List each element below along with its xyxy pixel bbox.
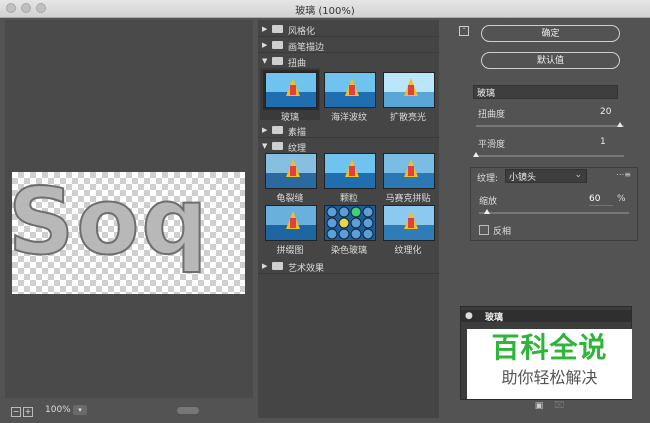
collapse-gallery-icon[interactable]: ⌃: [459, 26, 469, 36]
texture-label: 纹理:: [477, 174, 499, 184]
texture-options-group: 纹理: 小镜头 ⌄ ⋯≡ 缩放 60 % 反相: [470, 167, 638, 241]
distortion-slider-thumb[interactable]: [617, 122, 624, 127]
horizontal-scrollbar[interactable]: [177, 407, 199, 414]
filter-label: 马赛克拼贴: [385, 194, 431, 204]
filter-label: 龟裂缝: [276, 194, 304, 204]
category-label: 艺术效果: [288, 264, 325, 274]
zoom-in-button[interactable]: +: [23, 407, 33, 417]
window-title: 玻璃 (100%): [295, 6, 355, 17]
scaling-unit: %: [617, 194, 626, 204]
invert-checkbox[interactable]: [479, 225, 489, 235]
filter-label: 玻璃: [280, 113, 299, 123]
folder-icon: [272, 262, 283, 270]
texture-select-value: 小镜头: [509, 173, 537, 183]
preview-glass-text: Soq: [12, 172, 210, 275]
distortion-input[interactable]: 20: [600, 107, 624, 118]
category-label: 风格化: [288, 27, 316, 37]
zoom-out-button[interactable]: −: [11, 407, 21, 417]
title-bar: 玻璃 (100%): [0, 0, 650, 18]
smoothness-label: 平滑度: [478, 140, 506, 150]
filter-label: 拼缀图: [276, 246, 304, 256]
default-button[interactable]: 默认值: [481, 52, 620, 69]
filter-label: 海洋波纹: [330, 113, 367, 123]
zoom-dropdown[interactable]: ▾: [73, 405, 87, 415]
smoothness-slider-thumb[interactable]: [473, 152, 479, 157]
expanded-arrow-icon: ▼: [262, 142, 268, 150]
watermark-subtitle: 助你轻松解决: [501, 368, 598, 387]
preview-bottom-bar: − + 100% ▾: [5, 402, 253, 420]
category-label: 画笔描边: [288, 43, 325, 53]
new-effect-layer-icon[interactable]: ▣: [534, 401, 544, 411]
scaling-label: 缩放: [479, 197, 498, 207]
filter-label: 颗粒: [339, 194, 358, 204]
invert-label: 反相: [493, 227, 512, 237]
effect-layer-name: 玻璃: [485, 313, 504, 323]
folder-icon: [272, 41, 283, 49]
distortion-slider-track[interactable]: [476, 125, 624, 127]
collapsed-arrow-icon: ▶: [262, 126, 268, 134]
filter-gallery: ▶ 风格化 ▶ 画笔描边 ▼ 扭曲 玻璃 海洋波纹 扩散亮光 ▶ 素描 ▼ 纹理…: [258, 20, 439, 418]
category-texture[interactable]: ▼ 纹理: [258, 139, 439, 154]
filter-select[interactable]: 玻璃 ⌄: [473, 85, 618, 99]
effect-layer-row[interactable]: ● 玻璃: [461, 310, 631, 323]
scaling-input[interactable]: 60: [589, 194, 613, 206]
chevron-down-icon: ⌄: [477, 86, 485, 96]
distortion-label: 扭曲度: [478, 110, 506, 120]
texture-menu-icon[interactable]: ⋯≡: [616, 170, 631, 179]
filter-label: 染色玻璃: [330, 246, 367, 256]
filter-thumb-mosaic-tiles[interactable]: [383, 153, 435, 189]
category-distort[interactable]: ▼ 扭曲: [258, 54, 439, 69]
watermark-logo: 百科全说 助你轻松解决: [467, 329, 632, 399]
filter-label: 纹理化: [394, 246, 422, 256]
smoothness-input[interactable]: 1: [600, 137, 624, 148]
category-label: 素描: [288, 128, 307, 138]
category-stylize[interactable]: ▶ 风格化: [258, 22, 439, 37]
collapsed-arrow-icon: ▶: [262, 25, 268, 33]
chevron-down-icon: ⌄: [574, 170, 582, 180]
effect-layers-panel: ● 玻璃 百科全说 助你轻松解决: [460, 306, 632, 400]
texture-select[interactable]: 小镜头 ⌄: [505, 169, 587, 183]
category-artistic[interactable]: ▶ 艺术效果: [258, 259, 439, 274]
folder-open-icon: [272, 142, 283, 150]
filter-thumb-craquelure[interactable]: [265, 153, 317, 189]
collapsed-arrow-icon: ▶: [262, 262, 268, 270]
stained-glass-cells: [326, 206, 374, 240]
watermark-title: 百科全说: [491, 331, 608, 364]
category-sketch[interactable]: ▶ 素描: [258, 123, 439, 138]
eye-icon[interactable]: ●: [465, 311, 473, 321]
filter-thumb-grain[interactable]: [324, 153, 376, 189]
expanded-arrow-icon: ▼: [262, 57, 268, 65]
folder-icon: [272, 25, 283, 33]
trash-icon[interactable]: ⌧: [554, 401, 564, 411]
filter-thumb-texturizer[interactable]: [383, 205, 435, 241]
smoothness-slider-track[interactable]: [476, 155, 624, 157]
filter-thumb-patchwork[interactable]: [265, 205, 317, 241]
category-brush-strokes[interactable]: ▶ 画笔描边: [258, 38, 439, 53]
ok-button[interactable]: 确定: [481, 25, 620, 42]
filter-thumb-ocean-ripple[interactable]: [324, 72, 376, 108]
filter-thumb-glass[interactable]: [263, 70, 319, 110]
filter-thumb-diffuse-glow[interactable]: [383, 72, 435, 108]
settings-panel: ⌃ 确定 默认值 玻璃 ⌄ 扭曲度 20 平滑度 1 纹理: 小镜头 ⌄ ⋯≡ …: [456, 20, 645, 418]
preview-canvas[interactable]: Soq: [12, 172, 245, 294]
filter-thumb-stained-glass[interactable]: [324, 205, 376, 241]
folder-icon: [272, 126, 283, 134]
folder-open-icon: [272, 57, 283, 65]
scaling-slider-track[interactable]: [479, 212, 629, 214]
filter-label: 扩散亮光: [389, 113, 426, 123]
collapsed-arrow-icon: ▶: [262, 41, 268, 49]
scaling-slider-thumb[interactable]: [483, 209, 490, 214]
zoom-level: 100%: [45, 405, 71, 415]
preview-pane[interactable]: Soq: [5, 20, 253, 398]
